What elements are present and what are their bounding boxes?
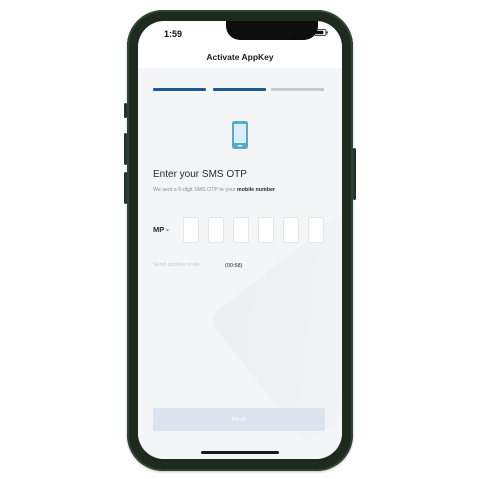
progress-step-3	[271, 88, 324, 91]
otp-heading: Enter your SMS OTP	[153, 169, 247, 180]
phone-screen: 1:59 Activate AppKey Enter your SMS OTP …	[138, 21, 342, 459]
otp-digit-5[interactable]	[283, 217, 299, 243]
phone-volume-down-button	[124, 172, 127, 204]
progress-step-2	[213, 88, 266, 91]
otp-subtitle: We sent a 6-digit SMS OTP to your mobile…	[153, 187, 275, 193]
status-time: 1:59	[164, 29, 183, 39]
otp-subtitle-bold: mobile number	[237, 187, 275, 193]
otp-digit-3[interactable]	[233, 217, 249, 243]
battery-icon	[314, 29, 328, 36]
cellular-signal-icon	[285, 29, 295, 36]
mobile-phone-icon	[232, 121, 248, 149]
phone-volume-up-button	[124, 133, 127, 165]
progress-step-1	[153, 88, 206, 91]
page-title: Activate AppKey	[206, 52, 274, 62]
otp-digit-4[interactable]	[258, 217, 274, 243]
otp-digit-1[interactable]	[183, 217, 199, 243]
next-button[interactable]: Next	[153, 408, 325, 431]
otp-digit-2[interactable]	[208, 217, 224, 243]
home-indicator	[201, 451, 279, 454]
phone-power-button	[353, 148, 356, 200]
phone-side-button	[124, 103, 127, 118]
status-icons	[285, 29, 328, 36]
send-another-code-link[interactable]: Send another code	[153, 262, 199, 268]
otp-prefix-label: MP -	[153, 225, 169, 234]
resend-timer: (00:58)	[225, 263, 243, 269]
otp-digit-6[interactable]	[308, 217, 324, 243]
otp-subtitle-text: We sent a 6-digit SMS OTP to your	[153, 187, 238, 193]
wifi-icon	[300, 29, 309, 36]
